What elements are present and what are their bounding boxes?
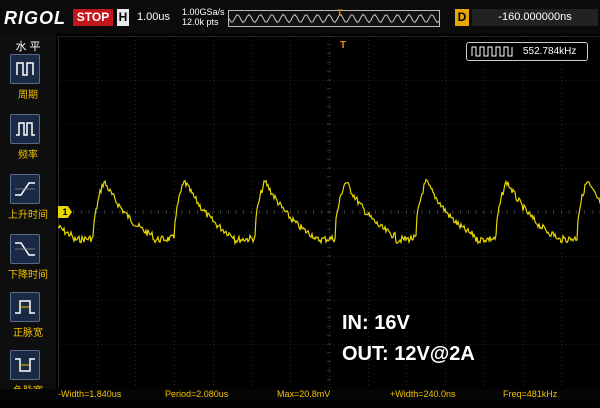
sidebar-item-label: 频率 xyxy=(18,150,38,161)
acquisition-info: 1.00GSa/s 12.0k pts xyxy=(182,7,225,27)
stop-status-button[interactable]: STOP xyxy=(73,9,113,26)
waveform-display[interactable] xyxy=(58,36,600,388)
sidebar-item-positive-width[interactable]: 正脉宽 xyxy=(0,292,56,350)
top-status-bar: RIGOL STOP H 1.00us 1.00GSa/s 12.0k pts … xyxy=(0,0,600,34)
sidebar-item-label: 周期 xyxy=(18,90,38,101)
frequency-counter: 552.784kHz xyxy=(466,42,588,61)
graticule xyxy=(58,36,600,388)
rise-time-icon xyxy=(10,174,40,204)
sidebar-item-label: 正脉宽 xyxy=(13,328,43,339)
sidebar-item-rise-time[interactable]: 上升时间 xyxy=(0,174,56,232)
positive-width-icon xyxy=(10,292,40,322)
sidebar-item-period[interactable]: 周期 xyxy=(0,54,56,112)
measure-sidebar: 水 平 周期 频率 上升时间 下降时间 正脉宽 负脉宽 xyxy=(0,34,56,400)
measurement-negative-width[interactable]: -Width=1.840us xyxy=(58,389,121,400)
negative-width-icon xyxy=(10,350,40,380)
sidebar-item-label: 下降时间 xyxy=(8,270,48,281)
memory-overview-bar[interactable] xyxy=(228,10,440,27)
delay-key[interactable]: D xyxy=(455,9,469,26)
rigol-logo: RIGOL xyxy=(4,8,66,28)
trigger-position-marker-icon[interactable]: T xyxy=(340,40,346,51)
measurement-positive-width[interactable]: +Width=240.0ns xyxy=(390,389,456,400)
memory-depth: 12.0k pts xyxy=(182,17,219,27)
input-voltage-annotation: IN: 16V xyxy=(342,312,410,334)
measurement-frequency[interactable]: Freq=481kHz xyxy=(503,389,557,400)
memory-overview-waveform xyxy=(229,13,439,24)
horizontal-key[interactable]: H xyxy=(117,9,129,26)
sidebar-item-label: 上升时间 xyxy=(8,210,48,221)
sidebar-title: 水 平 xyxy=(15,41,41,53)
sidebar-item-fall-time[interactable]: 下降时间 xyxy=(0,234,56,292)
fall-time-icon xyxy=(10,234,40,264)
square-wave-icon xyxy=(471,46,513,57)
sample-rate: 1.00GSa/s xyxy=(182,7,225,17)
delay-value: -160.000000ns xyxy=(472,9,598,26)
measurement-max[interactable]: Max=20.8mV xyxy=(277,389,330,400)
measurement-period[interactable]: Period=2.080us xyxy=(165,389,228,400)
period-icon xyxy=(10,54,40,84)
timebase-value: 1.00us xyxy=(137,11,171,23)
measurement-bar: -Width=1.840us Period=2.080us Max=20.8mV… xyxy=(0,389,600,400)
frequency-counter-value: 552.784kHz xyxy=(523,46,577,57)
frequency-icon xyxy=(10,114,40,144)
output-annotation: OUT: 12V@2A xyxy=(342,343,475,365)
memory-trigger-marker-icon: T xyxy=(337,8,343,18)
sidebar-item-frequency[interactable]: 频率 xyxy=(0,114,56,172)
